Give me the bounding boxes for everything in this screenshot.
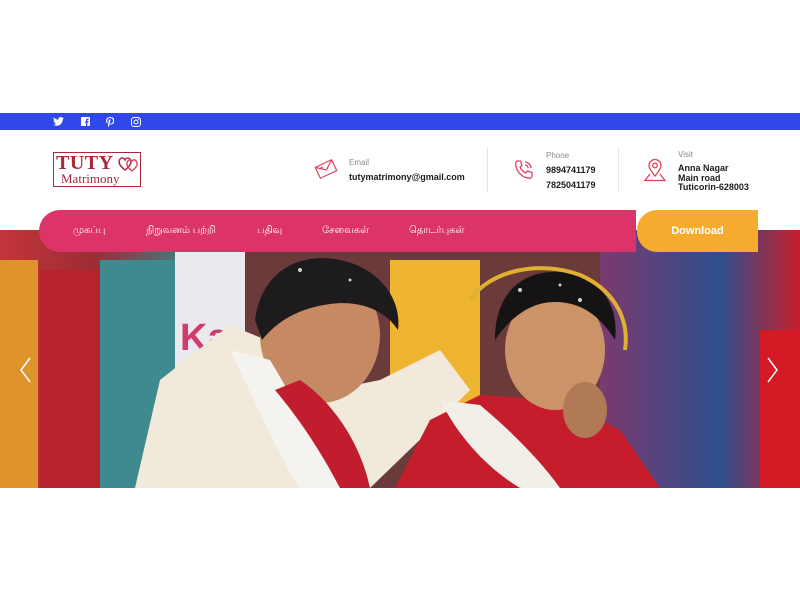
header-divider xyxy=(618,148,619,192)
email-value[interactable]: tutymatrimony@gmail.com xyxy=(349,171,465,183)
download-button[interactable]: Download xyxy=(637,210,758,252)
envelope-icon xyxy=(314,158,338,180)
facebook-icon[interactable] xyxy=(78,113,92,130)
instagram-icon[interactable] xyxy=(129,113,143,130)
site-logo[interactable]: TUTY Matrimony xyxy=(53,152,141,187)
logo-text-matrimony: Matrimony xyxy=(61,171,120,186)
phone-number-2[interactable]: 7825041179 xyxy=(546,179,596,191)
nav-item-about[interactable]: நிறுவனம் பற்றி xyxy=(146,225,216,237)
svg-text:Ka: Ka xyxy=(180,317,229,359)
pinterest-icon[interactable] xyxy=(103,113,117,130)
nav-item-contact[interactable]: தொடர்புகள் xyxy=(409,225,465,237)
chevron-left-icon[interactable] xyxy=(18,355,32,385)
email-label: Email xyxy=(349,158,370,167)
chevron-right-icon[interactable] xyxy=(766,355,780,385)
hero-slider-image: Ka xyxy=(0,230,800,488)
nav-item-services[interactable]: சேவைகள் xyxy=(322,225,369,237)
phone-icon xyxy=(515,160,533,179)
phone-number-1[interactable]: 9894741179 xyxy=(546,164,596,176)
location-pin-icon xyxy=(643,158,667,182)
top-social-bar xyxy=(0,113,800,130)
header-divider xyxy=(487,148,488,192)
main-nav: முகப்பு நிறுவனம் பற்றி பதிவு சேவைகள் தொட… xyxy=(39,210,636,252)
hearts-icon xyxy=(118,157,138,172)
nav-item-home[interactable]: முகப்பு xyxy=(73,225,105,237)
phone-label: Phone xyxy=(546,151,570,160)
twitter-icon[interactable] xyxy=(51,113,65,130)
visit-label: Visit xyxy=(678,150,693,159)
address-line-3: Tuticorin-628003 xyxy=(678,182,749,192)
site-header: TUTY Matrimony Email tutymatrimony@gmail… xyxy=(0,130,800,210)
address-line-1: Anna Nagar xyxy=(678,163,729,173)
nav-item-register[interactable]: பதிவு xyxy=(257,225,282,237)
